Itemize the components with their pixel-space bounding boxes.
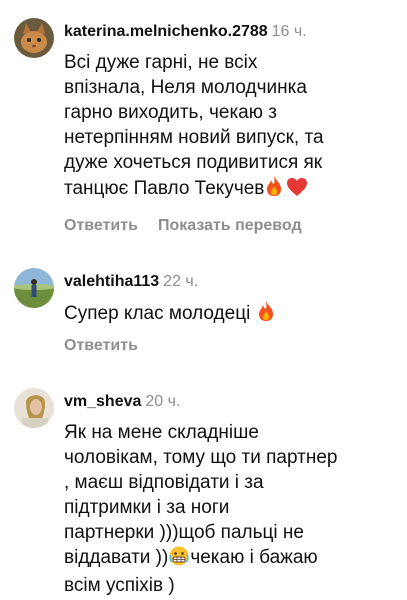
comment-line: , маєш відповідати і за [64, 472, 264, 493]
comment-actions: Ответить Показать перевод [64, 216, 302, 236]
fire-emoji-icon [264, 175, 284, 204]
comment-item: valehtiha113 22 ч. Супер клас молодеці От… [0, 250, 407, 370]
comment-item: katerina.melnichenko.2788 16 ч. Всі дуже … [0, 0, 407, 250]
red-heart-emoji-icon [286, 177, 308, 204]
comment-line: всім успіхів ) [64, 575, 175, 596]
comment-line: віддавати )) [64, 547, 169, 568]
comment-line: танцює Павло Текучев [64, 178, 265, 199]
comment-line: дуже хочеться подивитися як [64, 152, 323, 173]
comment-line-last: танцює Павло Текучев [64, 175, 399, 204]
reply-button[interactable]: Ответить [64, 337, 138, 354]
timestamp: 22 ч. [163, 273, 199, 290]
show-translation-button[interactable]: Показать перевод [158, 217, 302, 234]
comment-header: vm_sheva 20 ч. [64, 392, 180, 412]
comment-line: підтримки і за ноги [64, 497, 230, 518]
comment-header: katerina.melnichenko.2788 16 ч. [64, 22, 307, 42]
comment-line-mixed: віддавати )) чекаю і бажаю [64, 545, 399, 573]
avatar[interactable] [14, 18, 54, 58]
comment-text: Як на мене складніше чоловікам, тому що … [64, 420, 399, 598]
comment-line: Як на мене складніше [64, 422, 259, 443]
comment-text: Супер клас молодеці [64, 300, 399, 329]
avatar[interactable] [14, 388, 54, 428]
comment-text: Всі дуже гарні, не всіх впізнала, Неля м… [64, 50, 399, 204]
username[interactable]: katerina.melnichenko.2788 [64, 23, 268, 40]
timestamp: 16 ч. [271, 23, 307, 40]
reply-button[interactable]: Ответить [64, 217, 138, 234]
timestamp: 20 ч. [145, 393, 181, 410]
comment-line: нетерпінням новий випуск, та [64, 127, 324, 148]
comment-line: Супер клас молодеці [64, 303, 256, 324]
avatar[interactable] [14, 268, 54, 308]
username[interactable]: vm_sheva [64, 393, 141, 410]
username[interactable]: valehtiha113 [64, 273, 159, 290]
comment-line: гарно виходить, чекаю з [64, 102, 277, 123]
comment-header: valehtiha113 22 ч. [64, 272, 198, 292]
comment-item: vm_sheva 20 ч. Як на мене складніше чолов… [0, 370, 407, 600]
comment-line: чекаю і бажаю [190, 547, 318, 568]
grimacing-face-emoji-icon [169, 546, 190, 573]
comment-line: чоловікам, тому що ти партнер [64, 447, 338, 468]
comment-line: Всі дуже гарні, не всіх [64, 52, 258, 73]
comment-line: партнерки )))щоб пальці не [64, 522, 304, 543]
comment-actions: Ответить [64, 336, 138, 356]
comment-line: впізнала, Неля молодчинка [64, 77, 307, 98]
fire-emoji-icon [256, 300, 276, 329]
